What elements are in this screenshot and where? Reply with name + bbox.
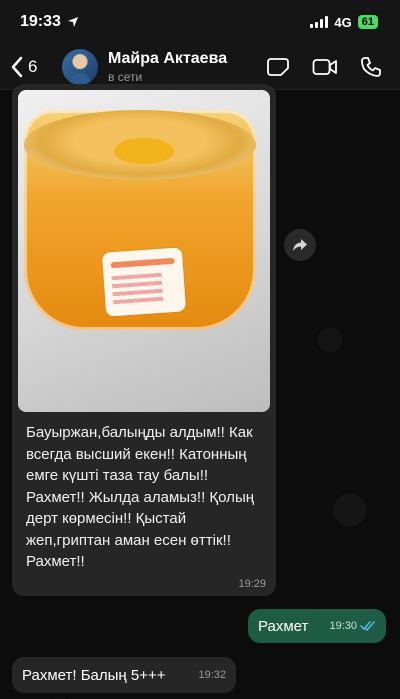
message-time: 19:32 [198, 669, 226, 681]
message-time: 19:29 [238, 578, 266, 590]
chevron-left-icon [11, 56, 23, 77]
message-time: 19:30 [329, 620, 357, 632]
message-text: Рахмет! Балың 5+++ [22, 666, 166, 684]
avatar[interactable] [62, 48, 98, 85]
location-arrow-icon [67, 17, 78, 27]
double-check-read-icon [360, 621, 375, 631]
contact-info[interactable]: Майра Актаева в сети [108, 50, 266, 84]
forward-icon [293, 239, 307, 251]
message-text: Бауыржан,балыңды алдым!! Как всегда высш… [26, 424, 255, 570]
signal-icon [310, 16, 329, 28]
header-actions [266, 56, 382, 78]
network-label: 4G [334, 14, 352, 30]
back-button[interactable]: 6 [10, 56, 62, 78]
status-time-group: 19:33 [20, 13, 79, 31]
phone-call-icon[interactable] [360, 56, 382, 78]
incoming-photo-message[interactable]: Бауыржан,балыңды алдым!! Как всегда высш… [12, 84, 276, 596]
unread-count: 6 [28, 56, 38, 76]
jar-shape [24, 110, 256, 330]
status-bar: 19:33 4G 61 [0, 0, 400, 44]
status-indicators: 4G 61 [310, 15, 378, 30]
message-text: Рахмет [258, 617, 309, 635]
incoming-message[interactable]: Рахмет! Балың 5+++ 19:32 [12, 657, 236, 693]
forward-button[interactable] [284, 229, 316, 261]
outgoing-message[interactable]: Рахмет 19:30 [248, 609, 386, 643]
honey-jar-photo[interactable] [18, 90, 270, 412]
battery-icon: 61 [357, 15, 378, 29]
status-time: 19:33 [20, 13, 61, 30]
message-meta: 19:30 [329, 620, 376, 632]
video-call-icon[interactable] [312, 57, 338, 77]
sticker-icon[interactable] [266, 57, 290, 77]
jar-label-image [101, 247, 187, 317]
contact-name: Майра Актаева [108, 49, 228, 67]
contact-status: в сети [108, 69, 143, 84]
